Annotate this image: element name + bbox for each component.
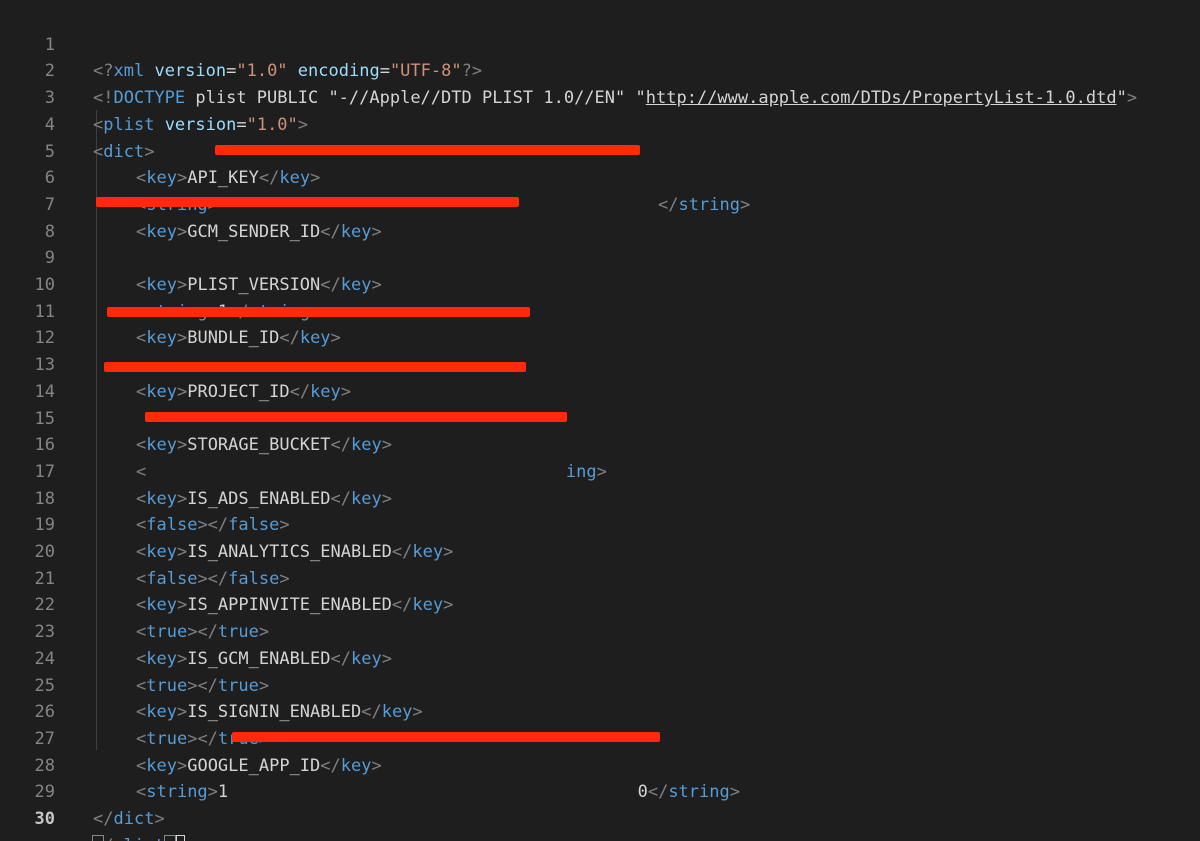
code-editor[interactable]: 1 <?xml version="1.0" encoding="UTF-8"?>… xyxy=(0,0,1200,841)
code-line[interactable]: 22 <true></true> xyxy=(0,566,1200,642)
code-line[interactable]: 3 <plist version="1.0"> xyxy=(0,58,1200,135)
redaction-mark xyxy=(215,145,640,155)
tag-name: dict xyxy=(113,809,155,829)
code-line[interactable]: 4 <dict> xyxy=(0,85,1200,162)
code-line[interactable]: 20 <false></false> xyxy=(0,512,1200,589)
code-line[interactable]: 29 </dict> xyxy=(0,753,1200,829)
redaction-mark xyxy=(96,197,519,207)
redaction-mark xyxy=(104,362,526,372)
code-line[interactable]: 26 <true></true> xyxy=(0,673,1200,749)
code-line-active[interactable]: 30 </plist> xyxy=(0,779,1200,841)
code-line[interactable]: 15 <key>STORAGE_BUCKET</key> xyxy=(0,379,1200,456)
code-line[interactable]: 21 <key>IS_APPINVITE_ENABLED</key> xyxy=(0,539,1200,616)
line-content: </dict> xyxy=(93,809,165,829)
code-line[interactable]: 25 <key>IS_SIGNIN_ENABLED</key> xyxy=(0,646,1200,723)
tag-name: plist xyxy=(114,836,165,841)
code-line[interactable]: 17 <key>IS_ADS_ENABLED</key> xyxy=(0,432,1200,509)
code-line[interactable]: 9 <key>PLIST_VERSION</key> xyxy=(0,219,1200,295)
code-line[interactable]: 5 <key>API_KEY</key> xyxy=(0,112,1200,189)
code-line[interactable]: 2 <!DOCTYPE plist PUBLIC "-//Apple//DTD … xyxy=(0,32,1200,108)
line-number-active: 30 xyxy=(34,809,55,829)
code-line[interactable]: 23 <key>IS_GCM_ENABLED</key> xyxy=(0,592,1200,669)
line-content: </plist> xyxy=(91,833,185,841)
code-line[interactable]: 13 <key>PROJECT_ID</key> xyxy=(0,325,1200,402)
code-line[interactable]: 27 <key>GOOGLE_APP_ID</key> xyxy=(0,699,1200,776)
text-cursor xyxy=(175,834,185,841)
code-line[interactable]: 19 <key>IS_ANALYTICS_ENABLED</key> xyxy=(0,486,1200,562)
redaction-mark xyxy=(232,732,660,742)
redaction-mark xyxy=(145,412,567,422)
code-line[interactable]: 24 <true></true> xyxy=(0,619,1200,696)
code-line[interactable]: 10 <string>1</string> xyxy=(0,245,1200,322)
code-line[interactable]: 11 <key>BUNDLE_ID</key> xyxy=(0,272,1200,349)
redaction-mark xyxy=(107,307,530,317)
code-line[interactable]: 7 <key>GCM_SENDER_ID</key> xyxy=(0,165,1200,242)
code-line[interactable]: 18 <false></false> xyxy=(0,459,1200,536)
code-line[interactable]: 1 <?xml version="1.0" encoding="UTF-8"?> xyxy=(0,5,1200,82)
